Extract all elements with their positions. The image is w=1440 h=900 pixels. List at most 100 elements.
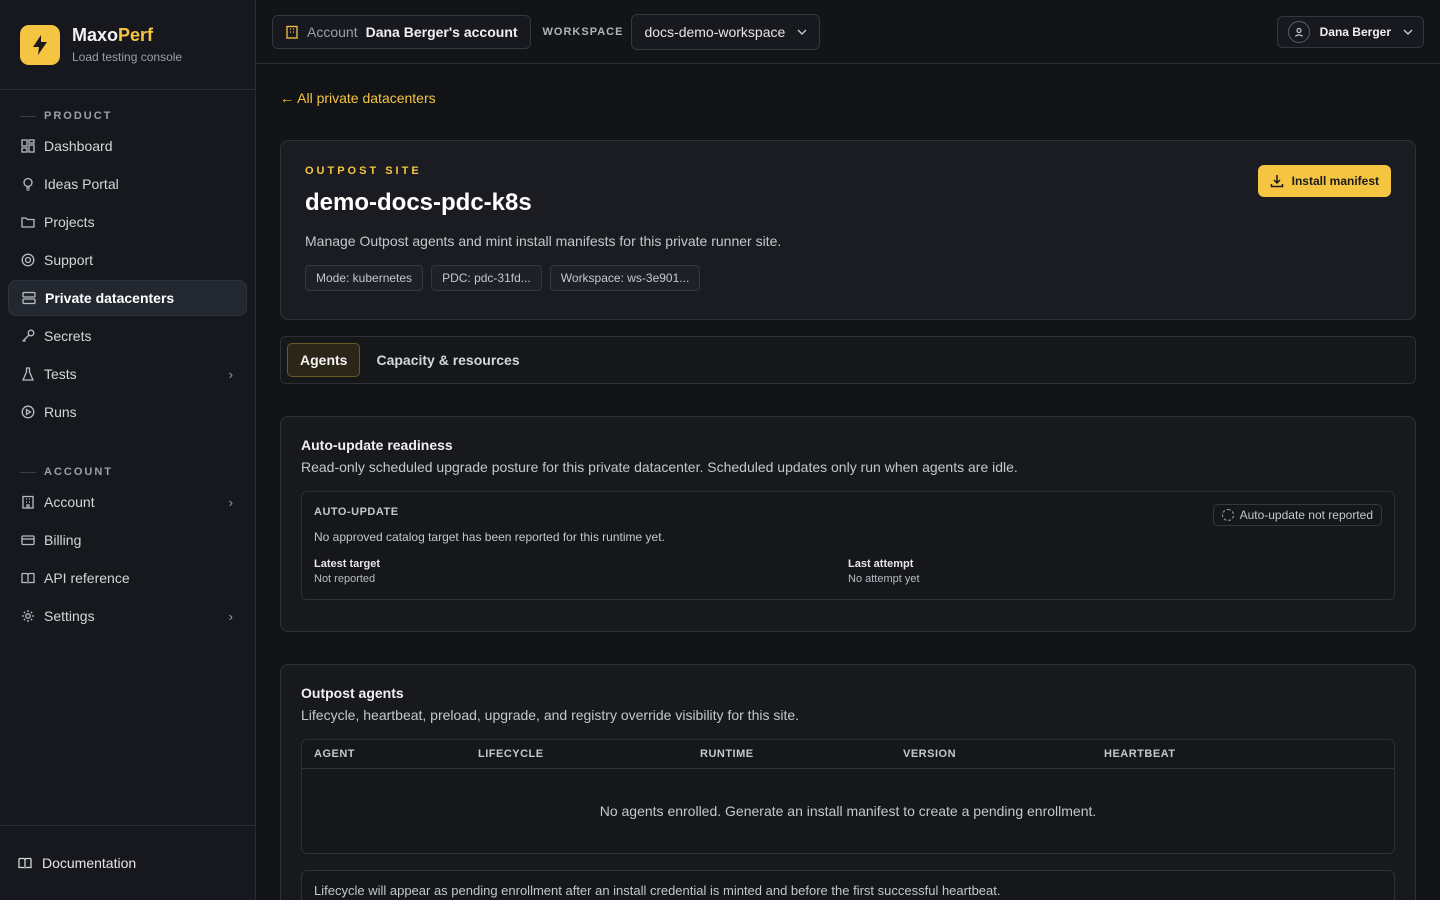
sidebar-item-label: Runs <box>44 404 77 420</box>
sidebar-item-dashboard[interactable]: Dashboard <box>8 128 247 164</box>
auto-update-message: No approved catalog target has been repo… <box>314 530 665 544</box>
gear-icon <box>20 608 36 624</box>
flask-icon <box>20 366 36 382</box>
product-section-heading: PRODUCT <box>0 106 255 126</box>
latest-target-value: Not reported <box>314 573 376 585</box>
sidebar: MaxoPerf Load testing console PRODUCT Da… <box>0 0 256 900</box>
tag-pdc: PDC: pdc-31fd... <box>431 265 542 291</box>
column-header: AGENT <box>302 740 466 769</box>
back-link[interactable]: ← All private datacenters <box>280 90 436 106</box>
main-content: ← All private datacenters OUTPOST SITE d… <box>256 64 1440 900</box>
column-header: LIFECYCLE <box>466 740 688 769</box>
auto-update-card: Auto-update readiness Read-only schedule… <box>280 416 1416 632</box>
agents-table: AGENT LIFECYCLE RUNTIME VERSION HEARTBEA… <box>301 739 1395 854</box>
install-manifest-button[interactable]: Install manifest <box>1257 165 1391 197</box>
tabs: Agents Capacity & resources <box>280 336 1416 384</box>
last-attempt-label: Last attempt <box>848 558 914 570</box>
user-name: Dana Berger <box>1319 24 1391 39</box>
building-icon <box>285 25 299 39</box>
credit-card-icon <box>20 532 36 548</box>
sidebar-item-projects[interactable]: Projects <box>8 204 247 240</box>
tab-capacity-resources[interactable]: Capacity & resources <box>364 343 531 377</box>
sidebar-item-api-reference[interactable]: API reference <box>8 560 247 596</box>
building-icon <box>20 494 36 510</box>
lifecycle-note: Lifecycle will appear as pending enrollm… <box>301 869 1395 900</box>
tag-mode: Mode: kubernetes <box>305 265 424 291</box>
key-icon <box>20 328 36 344</box>
site-header-card: OUTPOST SITE demo-docs-pdc-k8s Manage Ou… <box>280 140 1416 320</box>
tags: Mode: kubernetes PDC: pdc-31fd... Worksp… <box>305 265 1391 291</box>
sidebar-item-account[interactable]: Account › <box>8 484 247 520</box>
page-title: demo-docs-pdc-k8s <box>305 189 532 216</box>
column-header: HEARTBEAT <box>1092 740 1394 769</box>
account-name: Dana Berger's account <box>365 23 518 40</box>
chevron-down-icon <box>1403 29 1413 35</box>
sidebar-item-private-datacenters[interactable]: Private datacenters <box>8 280 247 316</box>
latest-target-label: Latest target <box>314 558 381 570</box>
topbar: Account Dana Berger's account WORKSPACE … <box>256 0 1440 64</box>
status-badge: Auto-update not reported <box>1212 504 1382 526</box>
auto-update-description: Read-only scheduled upgrade posture for … <box>301 459 1018 475</box>
tag-workspace: Workspace: ws-3e901... <box>549 265 701 291</box>
account-switcher[interactable]: Account Dana Berger's account <box>272 14 531 49</box>
sidebar-item-label: Support <box>44 252 94 268</box>
folder-icon <box>20 214 36 230</box>
install-manifest-label: Install manifest <box>1291 174 1379 188</box>
last-attempt-value: No attempt yet <box>848 573 920 585</box>
sidebar-item-label: Secrets <box>44 328 92 344</box>
empty-state: No agents enrolled. Generate an install … <box>599 802 1097 819</box>
brand[interactable]: MaxoPerf Load testing console <box>0 0 255 90</box>
documentation-link[interactable]: Documentation <box>0 825 256 900</box>
book-open-icon <box>20 570 36 586</box>
outpost-agents-card: Outpost agents Lifecycle, heartbeat, pre… <box>280 664 1416 900</box>
sidebar-item-label: Projects <box>44 214 95 230</box>
loading-icon <box>1221 509 1234 521</box>
page-description: Manage Outpost agents and mint install m… <box>305 233 782 249</box>
play-circle-icon <box>20 404 36 420</box>
server-icon <box>21 290 37 306</box>
sidebar-item-label: Dashboard <box>44 138 113 154</box>
sidebar-item-label: Account <box>44 494 95 510</box>
sidebar-item-runs[interactable]: Runs <box>8 394 247 430</box>
chevron-right-icon: › <box>228 608 233 624</box>
sidebar-item-label: Ideas Portal <box>44 176 119 192</box>
lifebuoy-icon <box>20 252 36 268</box>
column-header: VERSION <box>891 740 1092 769</box>
tab-agents[interactable]: Agents <box>287 343 361 377</box>
chevron-right-icon: › <box>228 366 233 382</box>
workspace-label: WORKSPACE <box>542 25 624 38</box>
sidebar-item-label: Billing <box>44 532 82 548</box>
table-header-row: AGENT LIFECYCLE RUNTIME VERSION HEARTBEA… <box>302 740 1394 769</box>
chevron-down-icon <box>797 29 807 35</box>
sidebar-item-ideas-portal[interactable]: Ideas Portal <box>8 166 247 202</box>
brand-name: MaxoPerf <box>72 25 154 45</box>
sidebar-item-tests[interactable]: Tests › <box>8 356 247 392</box>
account-section-heading: ACCOUNT <box>0 462 255 482</box>
dashboard-icon <box>20 138 36 154</box>
eyebrow: OUTPOST SITE <box>305 165 422 177</box>
lightbulb-icon <box>20 176 36 192</box>
brand-subtitle: Load testing console <box>72 50 183 64</box>
sidebar-item-label: Tests <box>44 366 77 382</box>
table-row: No agents enrolled. Generate an install … <box>302 769 1394 853</box>
sidebar-item-billing[interactable]: Billing <box>8 522 247 558</box>
column-header: RUNTIME <box>688 740 891 769</box>
workspace-value: docs-demo-workspace <box>644 23 786 40</box>
sidebar-item-secrets[interactable]: Secrets <box>8 318 247 354</box>
download-icon <box>1270 174 1284 188</box>
auto-update-title: Auto-update readiness <box>301 437 453 453</box>
bolt-logo-icon <box>20 24 60 65</box>
sidebar-item-settings[interactable]: Settings › <box>8 598 247 634</box>
chevron-right-icon: › <box>228 494 233 510</box>
sidebar-item-label: Settings <box>44 608 95 624</box>
sidebar-item-support[interactable]: Support <box>8 242 247 278</box>
auto-update-panel: AUTO-UPDATE Auto-update not reported No … <box>301 491 1395 600</box>
sidebar-item-label: Private datacenters <box>45 290 175 306</box>
sidebar-item-label: API reference <box>44 570 130 586</box>
book-open-icon <box>18 856 32 870</box>
user-menu[interactable]: Dana Berger <box>1276 15 1424 48</box>
agents-description: Lifecycle, heartbeat, preload, upgrade, … <box>301 707 800 723</box>
agents-title: Outpost agents <box>301 685 404 701</box>
account-label: Account <box>307 23 358 40</box>
workspace-select[interactable]: docs-demo-workspace <box>631 13 821 50</box>
